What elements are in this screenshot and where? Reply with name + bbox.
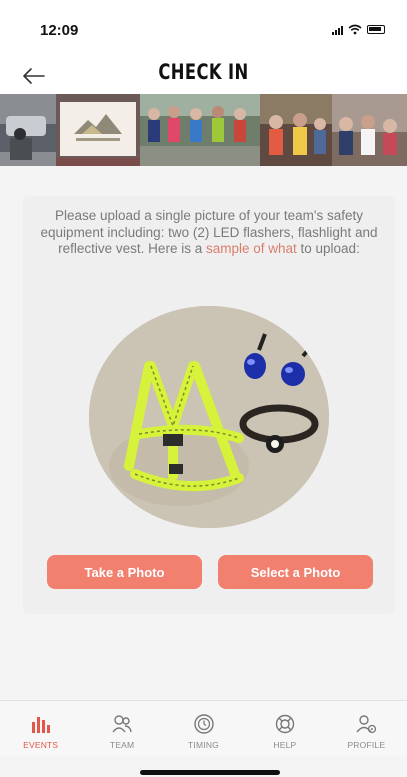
- photo-banner: [0, 94, 407, 166]
- status-icons: [332, 24, 385, 35]
- tab-team[interactable]: TEAM: [81, 701, 162, 756]
- check-in-card: Please upload a single picture of your t…: [23, 196, 395, 614]
- banner-photo-group: [260, 94, 332, 166]
- sample-link[interactable]: sample of what: [206, 241, 297, 256]
- banner-logo-tile: [56, 94, 140, 166]
- instruction-end-text: to upload:: [296, 241, 360, 256]
- status-bar: 12:09: [0, 0, 407, 58]
- home-indicator: [140, 770, 280, 775]
- sample-equipment-photo: [89, 306, 329, 528]
- banner-photo-cars: [0, 94, 56, 166]
- tab-label-help: HELP: [273, 740, 297, 750]
- wifi-icon: [348, 24, 362, 35]
- timing-icon: [193, 714, 214, 734]
- tab-events[interactable]: EVENTS: [0, 701, 81, 756]
- tab-label-events: EVENTS: [23, 740, 59, 750]
- upload-instructions: Please upload a single picture of your t…: [35, 208, 383, 258]
- tab-help[interactable]: HELP: [244, 701, 325, 756]
- select-photo-button[interactable]: Select a Photo: [218, 555, 373, 589]
- take-photo-button[interactable]: Take a Photo: [47, 555, 202, 589]
- banner-photo-runners: [140, 94, 260, 166]
- tab-label-team: TEAM: [109, 740, 135, 750]
- tab-label-timing: TIMING: [188, 740, 219, 750]
- events-icon: [31, 717, 50, 733]
- page-title: CHECK IN: [158, 60, 249, 84]
- tab-timing[interactable]: TIMING: [163, 701, 244, 756]
- banner-photo-crowd: [332, 94, 407, 166]
- battery-icon: [367, 25, 385, 34]
- profile-icon: [356, 715, 377, 734]
- team-icon: [112, 715, 132, 733]
- tab-bar: EVENTS TEAM TIMING HELP PROFILE: [0, 700, 407, 756]
- status-time: 12:09: [40, 22, 79, 39]
- help-icon: [275, 714, 295, 734]
- tab-label-profile: PROFILE: [347, 740, 386, 750]
- signal-icon: [332, 25, 343, 35]
- nav-bar: CHECK IN: [0, 58, 407, 94]
- tab-profile[interactable]: PROFILE: [326, 701, 407, 756]
